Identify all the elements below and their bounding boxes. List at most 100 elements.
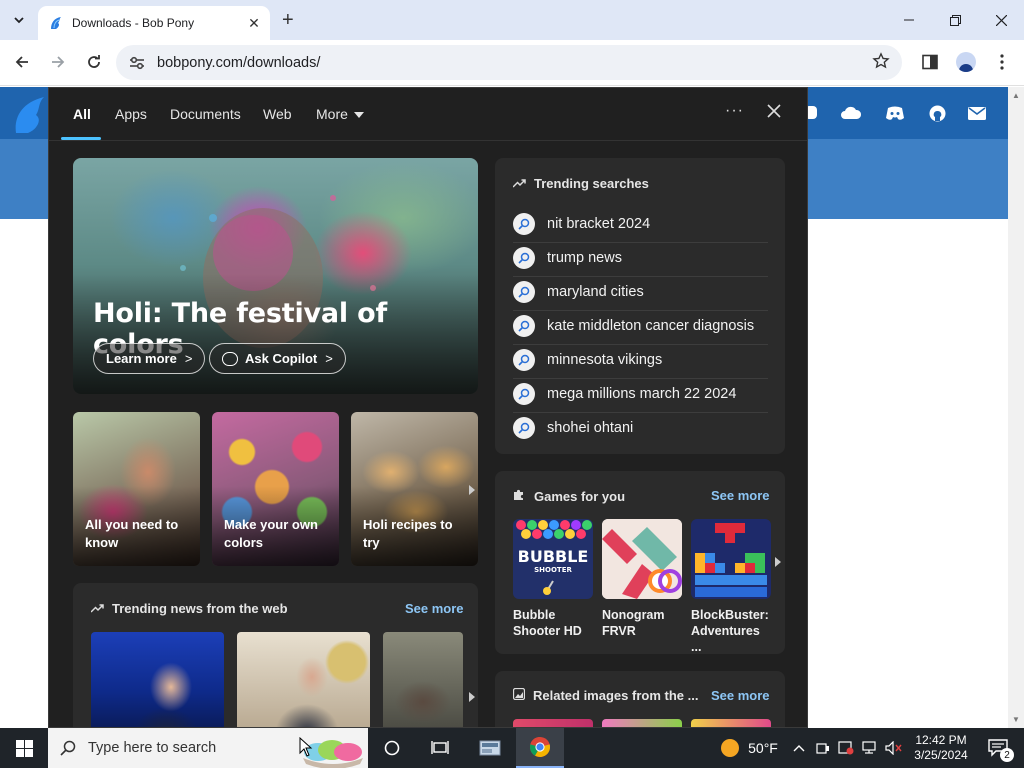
bubble-shooter-logo-title: BUBBLE	[518, 547, 589, 566]
restore-button[interactable]	[932, 0, 978, 40]
mini-cards-next-button[interactable]	[465, 481, 479, 499]
trending-search-item[interactable]: minnesota vikings	[513, 343, 768, 377]
trending-search-item[interactable]: mega millions march 22 2024	[513, 377, 768, 411]
mini-card-label: Make your own colors	[224, 517, 318, 550]
url-text[interactable]: bobpony.com/downloads/	[157, 55, 320, 71]
games-title: Games for you	[534, 489, 626, 504]
trending-news-heading: Trending news from the web	[91, 601, 288, 616]
news-image-1[interactable]	[91, 632, 224, 727]
related-image-3[interactable]	[691, 719, 771, 727]
tray-network[interactable]	[860, 728, 878, 768]
taskbar-search-box[interactable]: Type here to search	[48, 728, 368, 768]
taskbar-app-server-manager[interactable]	[468, 728, 512, 768]
reload-button[interactable]	[84, 52, 104, 72]
minimize-button[interactable]	[886, 0, 932, 40]
more-options-button[interactable]: ···	[725, 102, 744, 120]
scroll-up-icon[interactable]: ▲	[1012, 91, 1020, 100]
learn-more-button[interactable]: Learn more >	[93, 343, 206, 374]
restore-icon	[949, 14, 961, 26]
github-link[interactable]	[926, 103, 948, 123]
cloud-icon	[841, 106, 862, 119]
mini-card-label: All you need to know	[85, 517, 179, 550]
bob-pony-favicon-icon	[51, 17, 61, 29]
news-image-3[interactable]	[383, 632, 463, 727]
trending-search-item[interactable]: shohei ohtani	[513, 411, 768, 445]
browser-tab-active[interactable]: Downloads - Bob Pony ✕	[38, 6, 270, 40]
tray-meet-now[interactable]	[814, 728, 832, 768]
address-bar[interactable]: bobpony.com/downloads/	[116, 45, 902, 80]
notification-count-badge: 2	[1000, 748, 1014, 762]
tab-search-button[interactable]	[6, 8, 32, 32]
tray-overflow-button[interactable]	[790, 728, 808, 768]
tray-security[interactable]	[837, 728, 855, 768]
start-button[interactable]	[0, 728, 48, 768]
windows-taskbar: Type here to search 50°F 12:42 PM 3/25/2…	[0, 728, 1024, 768]
close-flyout-button[interactable]	[767, 101, 781, 124]
forward-button[interactable]	[48, 52, 68, 72]
site-info-icon[interactable]	[128, 56, 146, 70]
trending-news-see-more[interactable]: See more	[405, 601, 464, 616]
mini-card-all-you-need[interactable]: All you need to know	[73, 412, 200, 566]
related-images-card: Related images from the ... See more	[495, 671, 785, 727]
trending-search-label: mega millions march 22 2024	[547, 386, 737, 402]
trending-search-item[interactable]: trump news	[513, 241, 768, 275]
tab-all[interactable]: All	[73, 106, 91, 122]
game-tile-bubble-shooter[interactable]: BUBBLE SHOOTER Bubble Shooter HD	[513, 519, 593, 639]
game-thumb	[602, 519, 682, 599]
ask-copilot-button[interactable]: Ask Copilot >	[209, 343, 346, 374]
trending-search-item[interactable]: kate middleton cancer diagnosis	[513, 309, 768, 343]
bookmark-star-icon[interactable]	[872, 52, 890, 70]
related-images-see-more[interactable]: See more	[711, 688, 770, 703]
back-button[interactable]	[12, 52, 32, 72]
weather-widget[interactable]: 50°F	[714, 728, 784, 768]
close-icon	[995, 14, 1007, 26]
email-link[interactable]	[966, 103, 988, 123]
search-icon	[513, 315, 535, 337]
news-next-button[interactable]	[465, 688, 479, 706]
trending-search-item[interactable]: nit bracket 2024	[513, 207, 768, 241]
reload-icon	[88, 55, 100, 68]
avatar	[956, 52, 976, 72]
network-icon	[862, 741, 876, 754]
site-logo-icon[interactable]	[10, 93, 50, 137]
cloud-link[interactable]	[840, 103, 862, 123]
discord-link[interactable]	[884, 103, 906, 123]
scroll-down-icon[interactable]: ▼	[1012, 715, 1020, 724]
chevron-right-icon	[469, 692, 475, 702]
holi-hero-card[interactable]: Holi: The festival of colors Learn more …	[73, 158, 478, 394]
taskbar-app-chrome[interactable]	[516, 728, 564, 768]
page-scrollbar[interactable]: ▲ ▼	[1008, 87, 1024, 728]
notification-center-button[interactable]: 2	[978, 728, 1018, 768]
new-tab-button[interactable]: +	[282, 10, 294, 30]
mini-card-holi-recipes[interactable]: Holi recipes to try	[351, 412, 478, 566]
games-next-button[interactable]	[771, 553, 785, 571]
bubble-shooter-logo-subtitle: SHOOTER	[534, 566, 572, 574]
related-image-2[interactable]	[602, 719, 682, 727]
trending-search-label: trump news	[547, 250, 622, 266]
related-image-1[interactable]	[513, 719, 593, 727]
task-view-button[interactable]	[420, 728, 460, 768]
active-tab-indicator	[61, 137, 101, 140]
trending-search-item[interactable]: maryland cities	[513, 275, 768, 309]
profile-button[interactable]	[956, 52, 976, 72]
windows-search-flyout: All Apps Documents Web More ··· Holi: Th…	[48, 87, 808, 728]
close-window-button[interactable]	[978, 0, 1024, 40]
sun-icon	[721, 739, 740, 757]
tab-apps[interactable]: Apps	[115, 106, 147, 122]
tab-documents[interactable]: Documents	[170, 106, 241, 122]
taskbar-clock[interactable]: 12:42 PM 3/25/2024	[906, 728, 976, 768]
game-thumb	[691, 519, 771, 599]
tray-volume[interactable]	[884, 728, 904, 768]
tab-web[interactable]: Web	[263, 106, 292, 122]
search-icon	[60, 740, 76, 756]
side-panel-button[interactable]	[920, 52, 940, 72]
news-image-2[interactable]	[237, 632, 370, 727]
game-tile-blockbuster[interactable]: BlockBuster: Adventures ...	[691, 519, 771, 655]
games-see-more[interactable]: See more	[711, 488, 770, 503]
mini-card-make-colors[interactable]: Make your own colors	[212, 412, 339, 566]
tab-more[interactable]: More	[316, 106, 364, 122]
tab-close-icon[interactable]: ✕	[246, 15, 262, 32]
browser-menu-button[interactable]	[992, 52, 1012, 72]
cortana-button[interactable]	[372, 728, 412, 768]
game-tile-nonogram[interactable]: Nonogram FRVR	[602, 519, 682, 639]
